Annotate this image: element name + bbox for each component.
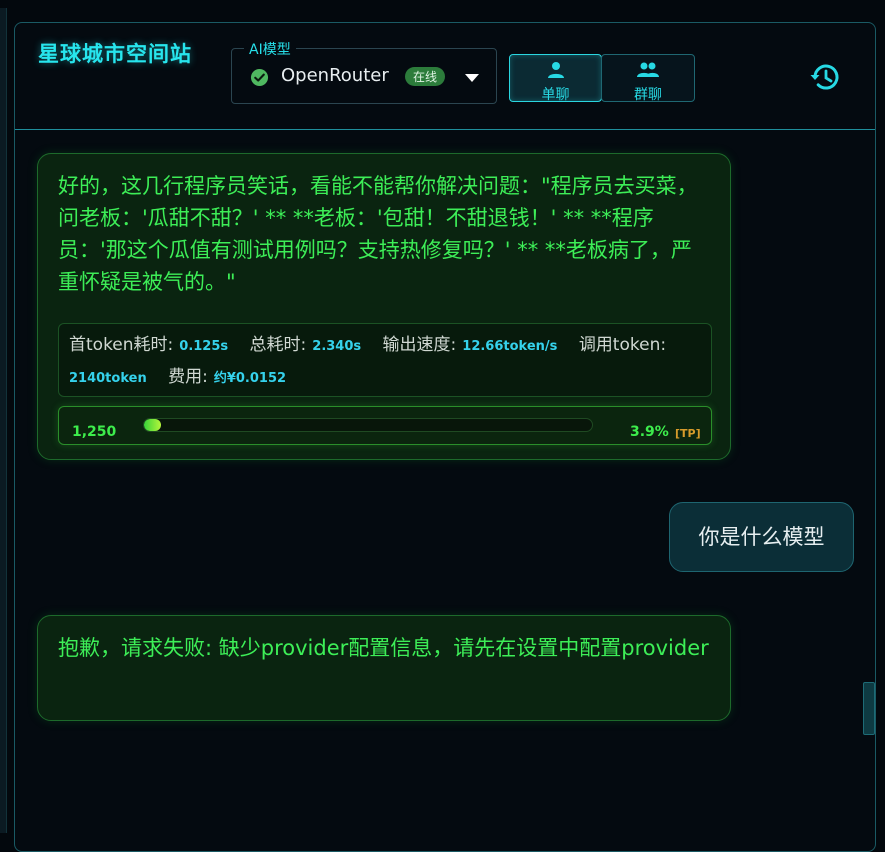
total-time-value: 2.340s: [312, 339, 362, 354]
progress-tag: [TP]: [675, 427, 701, 440]
status-badge: 在线: [405, 67, 446, 86]
tab-single-chat-label: 单聊: [541, 87, 570, 103]
first-token-label: 首token耗时:: [69, 335, 174, 355]
token-count: 1,250: [72, 424, 117, 440]
model-name: OpenRouter: [281, 65, 389, 86]
cost-label: 费用:: [168, 367, 208, 387]
tab-group-chat[interactable]: 群聊: [601, 54, 695, 103]
message-stats: 首token耗时: 0.125s 总耗时: 2.340s 输出速度: 12.66tok…: [58, 323, 712, 397]
tab-single-chat[interactable]: 单聊: [509, 54, 602, 103]
tokens-label: 调用token:: [578, 335, 667, 355]
history-icon[interactable]: [808, 60, 842, 94]
output-speed-label: 输出速度:: [382, 335, 457, 355]
first-token-value: 0.125s: [179, 339, 229, 354]
app-title: 星球城市空间站: [38, 42, 192, 66]
chevron-down-icon[interactable]: [465, 74, 479, 82]
total-time-label: 总耗时:: [249, 335, 307, 355]
assistant-message: 好的，这几行程序员笑话，看能不能帮你解决问题："程序员去买菜，问老板：'瓜甜不甜…: [37, 153, 731, 460]
scrollbar-thumb[interactable]: [863, 682, 875, 735]
assistant-message: 抱歉，请求失败: 缺少provider配置信息，请先在设置中配置provider: [37, 615, 731, 721]
cost-value: 约¥0.0152: [213, 371, 287, 386]
output-speed-value: 12.66token/s: [462, 339, 558, 354]
progress-fill: [144, 419, 162, 431]
model-select-legend: AI模型: [244, 39, 296, 59]
token-progress-card: 1,250 3.9% [TP]: [58, 406, 712, 445]
message-text: 好的，这几行程序员笑话，看能不能帮你解决问题："程序员去买菜，问老板：'瓜甜不甜…: [58, 174, 698, 294]
message-text: 抱歉，请求失败: 缺少provider配置信息，请先在设置中配置provider: [58, 636, 709, 660]
message-text: 你是什么模型: [698, 525, 825, 549]
progress-track: [143, 418, 593, 432]
check-circle-icon: [250, 68, 269, 87]
tab-group-chat-label: 群聊: [634, 87, 662, 103]
progress-percent: 3.9%: [630, 424, 669, 440]
person-icon: [547, 62, 564, 78]
group-icon: [637, 62, 659, 77]
chat-mode-tabs: 单聊 群聊: [509, 54, 695, 103]
tokens-value: 2140token: [69, 371, 147, 386]
user-message: 你是什么模型: [669, 502, 854, 572]
model-select[interactable]: AI模型 OpenRouter 在线: [231, 39, 497, 104]
left-edge-bar: [0, 8, 7, 833]
